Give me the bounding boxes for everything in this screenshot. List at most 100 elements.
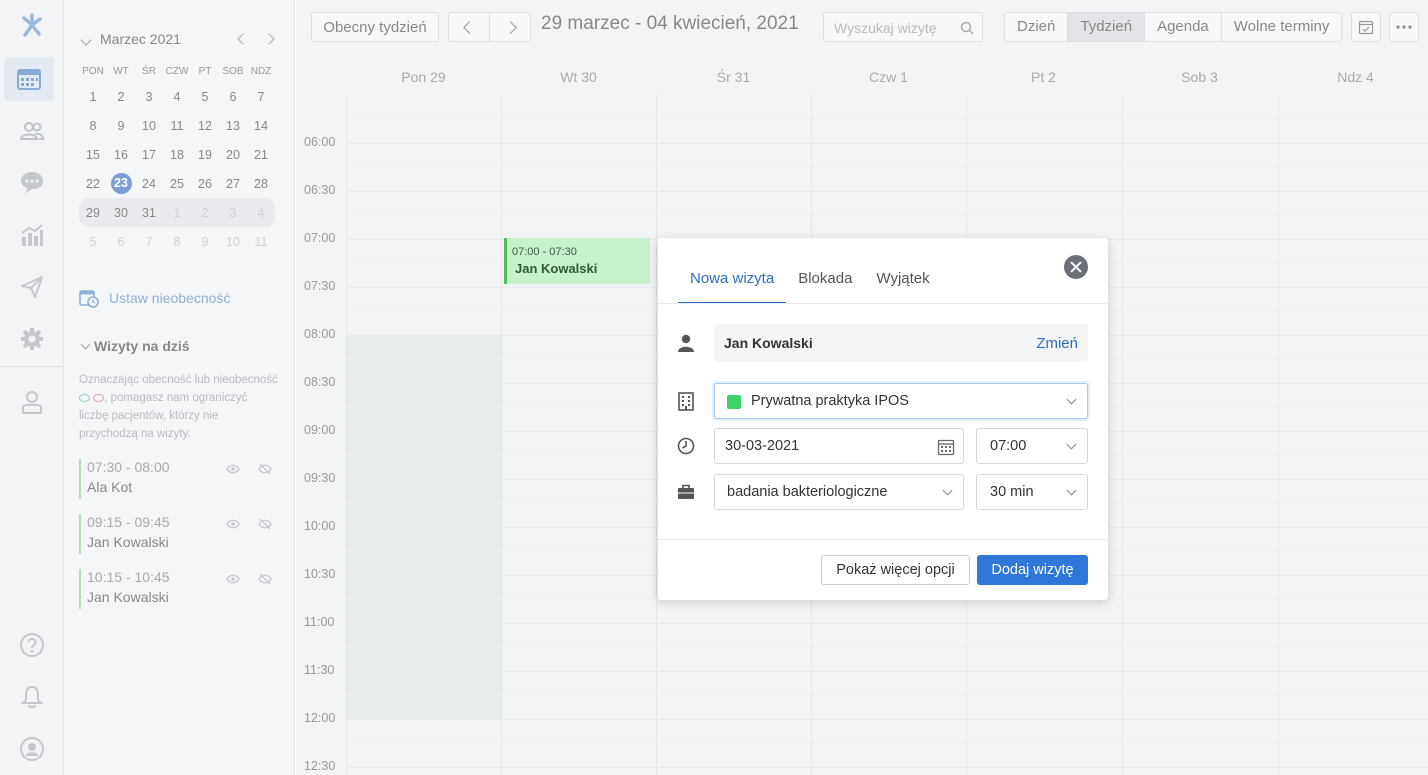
notifications-icon[interactable]: [0, 675, 64, 719]
user-admin-icon[interactable]: [0, 380, 64, 424]
calendar-day[interactable]: 3: [135, 87, 163, 107]
set-absence-link[interactable]: Ustaw nieobecność: [79, 287, 230, 309]
statistics-icon[interactable]: [0, 213, 64, 257]
day-header[interactable]: Pon 29: [346, 69, 501, 85]
calendar-day[interactable]: 16: [107, 145, 135, 165]
calendar-day[interactable]: 4: [247, 203, 275, 223]
search-input[interactable]: Wyszukaj wizytę: [823, 12, 983, 42]
calendar-day[interactable]: 28: [247, 174, 275, 194]
today-visit-item[interactable]: 09:15 - 09:45 Jan Kowalski: [79, 514, 279, 554]
calendar-day[interactable]: 1: [163, 203, 191, 223]
mark-absent-icon[interactable]: [258, 572, 272, 586]
more-options-button[interactable]: Pokaż więcej opcji: [821, 555, 970, 585]
search-icon[interactable]: [960, 21, 974, 35]
location-select[interactable]: Prywatna praktyka IPOS: [714, 383, 1088, 419]
calendar-day[interactable]: 17: [135, 145, 163, 165]
tab-exception[interactable]: Wyjątek: [864, 258, 941, 304]
calendar-day[interactable]: 8: [79, 116, 107, 136]
calendar-day[interactable]: 9: [107, 116, 135, 136]
calendar-day[interactable]: 7: [247, 87, 275, 107]
day-column[interactable]: [501, 95, 502, 775]
next-month-button[interactable]: [263, 33, 275, 45]
calendar-day[interactable]: 11: [247, 232, 275, 252]
today-visit-item[interactable]: 10:15 - 10:45 Jan Kowalski: [79, 569, 279, 609]
day-column[interactable]: [346, 95, 347, 775]
close-icon[interactable]: [1064, 255, 1088, 279]
next-week-button[interactable]: [489, 12, 531, 42]
help-icon[interactable]: [0, 623, 64, 667]
view-agenda-button[interactable]: Agenda: [1145, 13, 1222, 41]
chevron-down-icon[interactable]: [80, 34, 92, 46]
day-column[interactable]: [1278, 95, 1279, 775]
calendar-day[interactable]: 18: [163, 145, 191, 165]
calendar-day[interactable]: 5: [79, 232, 107, 252]
calendar-day[interactable]: 24: [135, 174, 163, 194]
calendar-day[interactable]: 10: [219, 232, 247, 252]
day-header[interactable]: Wt 30: [501, 69, 656, 85]
view-day-button[interactable]: Dzień: [1005, 13, 1069, 41]
mark-absent-icon[interactable]: [258, 462, 272, 476]
calendar-day[interactable]: 29: [79, 203, 107, 223]
view-free-slots-button[interactable]: Wolne terminy: [1222, 13, 1342, 41]
calendar-day[interactable]: 6: [107, 232, 135, 252]
today-visit-item[interactable]: 07:30 - 08:00 Ala Kot: [79, 459, 279, 499]
day-header[interactable]: Śr 31: [656, 69, 811, 85]
day-header[interactable]: Sob 3: [1122, 69, 1277, 85]
day-column[interactable]: [656, 95, 657, 775]
calendar-day[interactable]: 13: [219, 116, 247, 136]
calendar-day[interactable]: 3: [219, 203, 247, 223]
current-week-button[interactable]: Obecny tydzień: [311, 12, 439, 42]
calendar-day[interactable]: 2: [191, 203, 219, 223]
calendar-day[interactable]: 11: [163, 116, 191, 136]
mark-present-icon[interactable]: [226, 462, 240, 476]
mark-absent-icon[interactable]: [258, 517, 272, 531]
service-select[interactable]: badania bakteriologiczne: [714, 474, 964, 510]
calendar-icon[interactable]: [4, 57, 54, 101]
day-column[interactable]: [1122, 95, 1123, 775]
day-header[interactable]: Pt 2: [966, 69, 1121, 85]
calendar-check-button[interactable]: [1351, 12, 1381, 42]
calendar-day[interactable]: 5: [191, 87, 219, 107]
calendar-day[interactable]: 9: [191, 232, 219, 252]
calendar-day[interactable]: 12: [191, 116, 219, 136]
send-icon[interactable]: [0, 265, 64, 309]
prev-week-button[interactable]: [448, 12, 490, 42]
calendar-day[interactable]: 19: [191, 145, 219, 165]
time-select[interactable]: 07:00: [976, 428, 1088, 464]
date-field[interactable]: 30-03-2021: [714, 428, 964, 464]
profile-icon[interactable]: [0, 727, 64, 771]
calendar-day[interactable]: 31: [135, 203, 163, 223]
calendar-day[interactable]: 1: [79, 87, 107, 107]
calendar-day-today[interactable]: 23: [110, 173, 132, 194]
calendar-day[interactable]: 20: [219, 145, 247, 165]
calendar-day[interactable]: 30: [107, 203, 135, 223]
mark-present-icon[interactable]: [226, 517, 240, 531]
tab-block[interactable]: Blokada: [786, 258, 864, 304]
tab-new-visit[interactable]: Nowa wizyta: [678, 258, 787, 304]
calendar-day[interactable]: 2: [107, 87, 135, 107]
calendar-day[interactable]: 26: [191, 174, 219, 194]
day-header[interactable]: Ndz 4: [1278, 69, 1428, 85]
calendar-day[interactable]: 22: [79, 174, 107, 194]
calendar-day[interactable]: 4: [163, 87, 191, 107]
settings-icon[interactable]: [0, 317, 64, 361]
duration-select[interactable]: 30 min: [976, 474, 1088, 510]
calendar-day[interactable]: 21: [247, 145, 275, 165]
add-visit-button[interactable]: Dodaj wizytę: [977, 555, 1088, 585]
mini-calendar-title[interactable]: Marzec 2021: [100, 31, 181, 47]
logo-icon[interactable]: [0, 4, 64, 48]
patients-icon[interactable]: [0, 109, 64, 153]
view-week-button[interactable]: Tydzień: [1068, 13, 1146, 41]
calendar-day[interactable]: 15: [79, 145, 107, 165]
calendar-day[interactable]: 6: [219, 87, 247, 107]
change-patient-link[interactable]: Zmień: [1036, 335, 1078, 352]
calendar-day[interactable]: 7: [135, 232, 163, 252]
calendar-day[interactable]: 14: [247, 116, 275, 136]
prev-month-button[interactable]: [237, 33, 249, 45]
calendar-day[interactable]: 8: [163, 232, 191, 252]
day-header[interactable]: Czw 1: [811, 69, 966, 85]
mark-present-icon[interactable]: [226, 572, 240, 586]
calendar-event[interactable]: 07:00 - 07:30 Jan Kowalski: [504, 238, 650, 284]
more-options-button[interactable]: [1389, 12, 1419, 42]
calendar-day[interactable]: 10: [135, 116, 163, 136]
